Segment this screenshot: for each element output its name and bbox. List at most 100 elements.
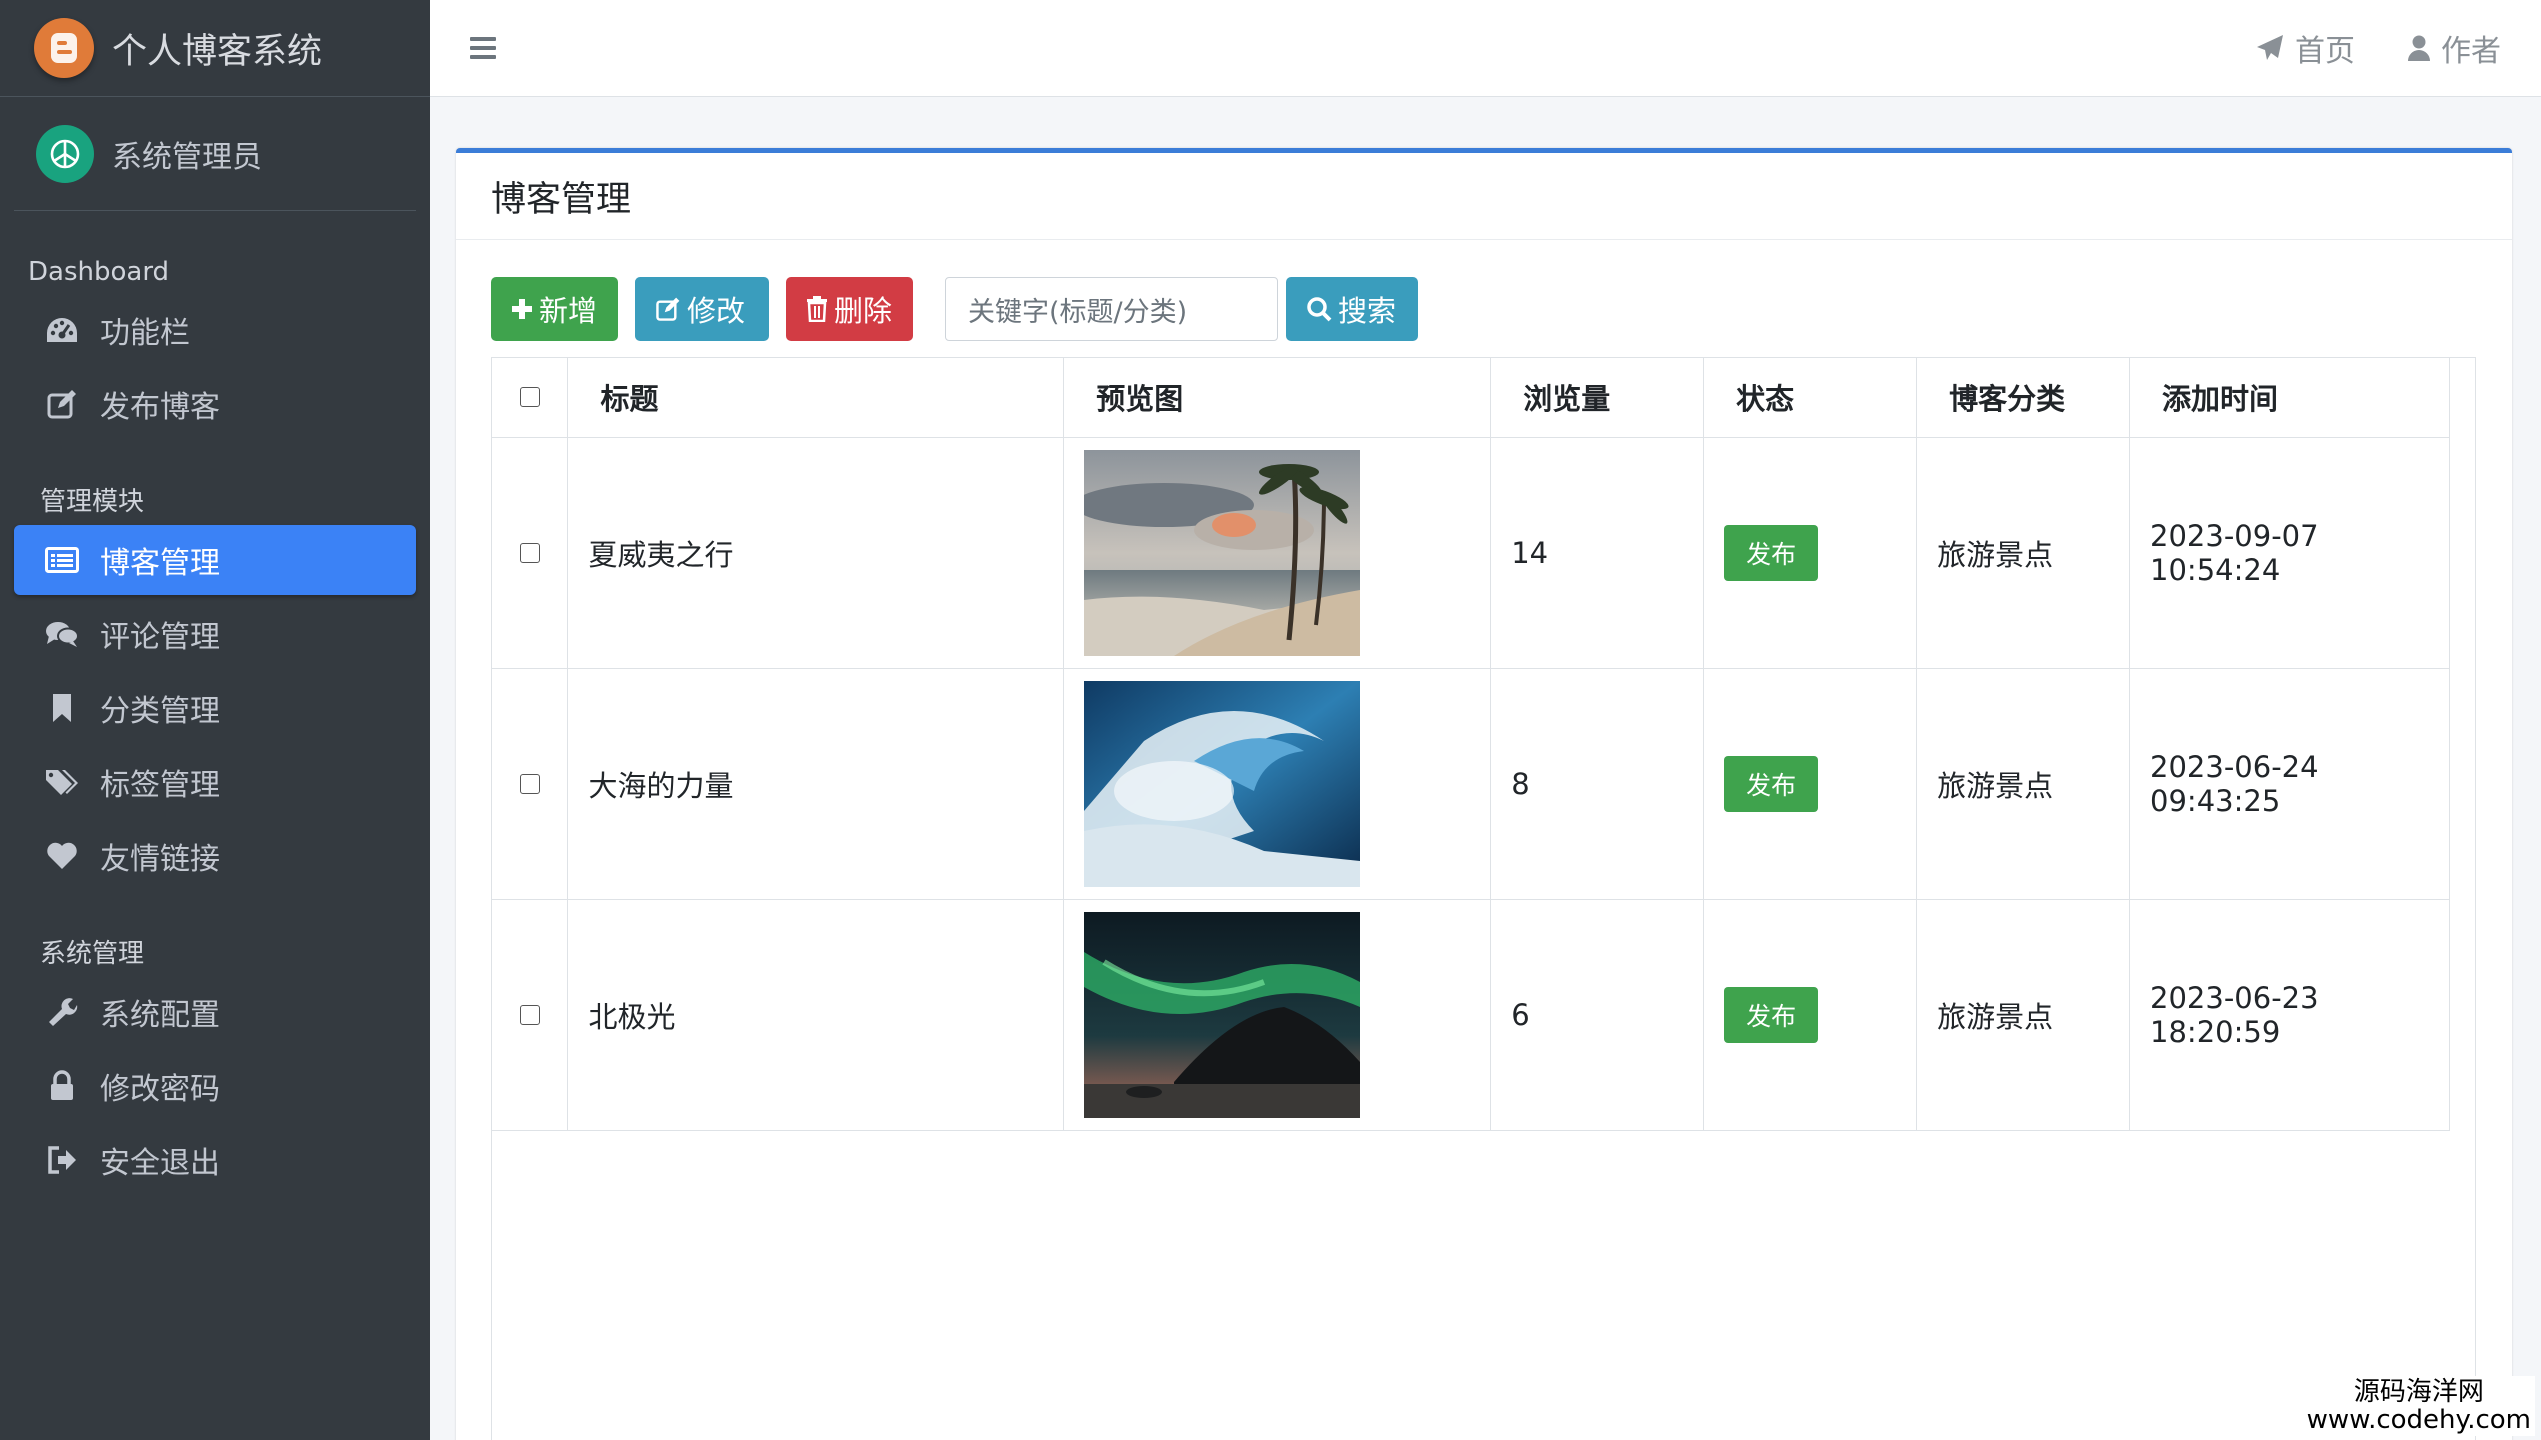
beach-palm-image	[1084, 449, 1361, 656]
blog-table: 标题 预览图 浏览量 状态 博客分类 添加时间 夏威夷之行 14 发布 旅游景点…	[492, 358, 2450, 1131]
sidebar-item-label: 博客管理	[100, 546, 220, 581]
watermark-line-1: 源码海洋网	[2353, 1377, 2484, 1407]
cell-status: 发布	[1703, 898, 1918, 1131]
top-right-links: 首页 作者	[2203, 26, 2501, 70]
paper-plane-icon	[2257, 35, 2283, 60]
cell-status: 发布	[1703, 436, 1918, 669]
blog-table-wrapper: 标题 预览图 浏览量 状态 博客分类 添加时间 夏威夷之行 14 发布 旅游景点…	[491, 357, 2476, 1440]
cell-title: 大海的力量	[567, 667, 1065, 900]
watermark: 源码海洋网 www.codehy.com	[2302, 1376, 2535, 1436]
cell-category: 旅游景点	[1916, 898, 2131, 1131]
cell-preview	[1063, 667, 1492, 900]
table-row[interactable]: 夏威夷之行 14 发布 旅游景点 2023-09-07 10:54:24	[492, 436, 2450, 669]
select-all-checkbox[interactable]	[519, 387, 540, 408]
select-all-cell	[492, 358, 569, 438]
home-link[interactable]: 首页	[2255, 26, 2355, 70]
cell-title: 北极光	[567, 898, 1065, 1131]
sidebar-item-label: 评论管理	[100, 620, 220, 655]
search-input[interactable]: 关键字(标题/分类)	[945, 277, 1278, 341]
add-button-label: 新增	[539, 294, 598, 328]
col-status[interactable]: 状态	[1703, 358, 1918, 438]
lock-icon	[44, 1068, 80, 1104]
blog-manage-card: 博客管理 新增 修改 删除 关键字(标题/分类) 搜索 标题 预览图 浏览量 状…	[456, 148, 2512, 1440]
delete-button[interactable]: 删除	[786, 277, 913, 341]
table-header-row: 标题 预览图 浏览量 状态 博客分类 添加时间	[492, 358, 2450, 438]
cell-preview	[1063, 436, 1492, 669]
topbar: 首页 作者	[430, 0, 2541, 97]
watermark-line-2: www.codehy.com	[2306, 1405, 2531, 1435]
status-badge: 发布	[1724, 986, 1819, 1043]
author-link-label: 作者	[2441, 34, 2501, 69]
dashboard-icon	[44, 312, 80, 348]
search-button-label: 搜索	[1338, 294, 1397, 328]
row-checkbox[interactable]	[519, 1004, 540, 1025]
edit-button[interactable]: 修改	[635, 277, 769, 341]
hamburger-menu-icon[interactable]	[470, 37, 496, 59]
cell-time: 2023-06-23 18:20:59	[2129, 898, 2450, 1131]
row-checkbox[interactable]	[519, 773, 540, 794]
col-views[interactable]: 浏览量	[1490, 358, 1705, 438]
row-select-cell	[492, 667, 569, 900]
sidebar-item-logout[interactable]: 安全退出	[14, 1125, 416, 1195]
tags-icon	[44, 764, 80, 800]
toolbar: 新增 修改 删除 关键字(标题/分类) 搜索	[491, 277, 1435, 341]
author-link[interactable]: 作者	[2407, 26, 2501, 70]
sidebar-item-system-config[interactable]: 系统配置	[14, 977, 416, 1047]
sidebar-item-change-password[interactable]: 修改密码	[14, 1051, 416, 1121]
row-select-cell	[492, 436, 569, 669]
avatar	[36, 124, 94, 183]
comments-icon	[44, 616, 80, 652]
sign-out-icon	[44, 1142, 80, 1178]
cell-views: 14	[1490, 436, 1705, 669]
list-icon	[44, 542, 80, 578]
sidebar-item-label: 修改密码	[100, 1072, 220, 1107]
cell-title: 夏威夷之行	[567, 436, 1065, 669]
sidebar-item-blog-manage[interactable]: 博客管理	[14, 525, 416, 595]
delete-button-label: 删除	[834, 294, 893, 328]
bookmark-icon	[44, 690, 80, 726]
sidebar-item-tag-manage[interactable]: 标签管理	[14, 747, 416, 817]
row-select-cell	[492, 898, 569, 1131]
cell-status: 发布	[1703, 667, 1918, 900]
heart-icon	[44, 838, 80, 874]
table-row[interactable]: 北极光 6 发布 旅游景点 2023-06-23 18:20:59	[492, 898, 2450, 1131]
search-button[interactable]: 搜索	[1286, 277, 1418, 341]
sidebar-item-label: 系统配置	[100, 998, 220, 1033]
wrench-icon	[44, 994, 80, 1030]
status-badge: 发布	[1724, 755, 1819, 812]
sidebar-item-friend-links[interactable]: 友情链接	[14, 821, 416, 891]
sidebar-item-publish[interactable]: 发布博客	[14, 369, 416, 439]
col-time[interactable]: 添加时间	[2129, 358, 2450, 438]
sidebar: 个人博客系统 系统管理员 Dashboard 功能栏 发布博客 管理模块 博客管…	[0, 0, 430, 1440]
add-button[interactable]: 新增	[491, 277, 618, 341]
sidebar-item-label: 发布博客	[100, 390, 220, 425]
home-link-label: 首页	[2295, 34, 2355, 69]
sidebar-item-dashboard[interactable]: 功能栏	[14, 295, 416, 365]
search-icon	[1307, 297, 1332, 322]
nav-header-dashboard: Dashboard	[28, 257, 170, 287]
blogger-logo-icon	[34, 18, 94, 78]
page-title: 博客管理	[491, 179, 632, 220]
cell-category: 旅游景点	[1916, 667, 2131, 900]
col-title[interactable]: 标题	[567, 358, 1065, 438]
trash-icon	[807, 296, 827, 322]
sidebar-item-label: 功能栏	[100, 316, 190, 351]
sidebar-item-category-manage[interactable]: 分类管理	[14, 673, 416, 743]
edit-icon	[656, 297, 680, 321]
brand[interactable]: 个人博客系统	[0, 0, 430, 97]
nav-header-manage: 管理模块	[40, 487, 145, 517]
table-row[interactable]: 大海的力量 8 发布 旅游景点 2023-06-24 09:43:25	[492, 667, 2450, 900]
user-panel[interactable]: 系统管理员	[14, 97, 416, 211]
ocean-wave-image	[1084, 680, 1361, 887]
edit-icon	[44, 386, 80, 422]
aurora-image	[1084, 911, 1361, 1118]
status-badge: 发布	[1724, 524, 1819, 581]
sidebar-item-label: 安全退出	[100, 1146, 220, 1181]
col-category[interactable]: 博客分类	[1916, 358, 2131, 438]
row-checkbox[interactable]	[519, 542, 540, 563]
sidebar-item-label: 分类管理	[100, 694, 220, 729]
cell-category: 旅游景点	[1916, 436, 2131, 669]
sidebar-item-comment-manage[interactable]: 评论管理	[14, 599, 416, 669]
cell-time: 2023-06-24 09:43:25	[2129, 667, 2450, 900]
brand-title: 个人博客系统	[112, 31, 323, 72]
